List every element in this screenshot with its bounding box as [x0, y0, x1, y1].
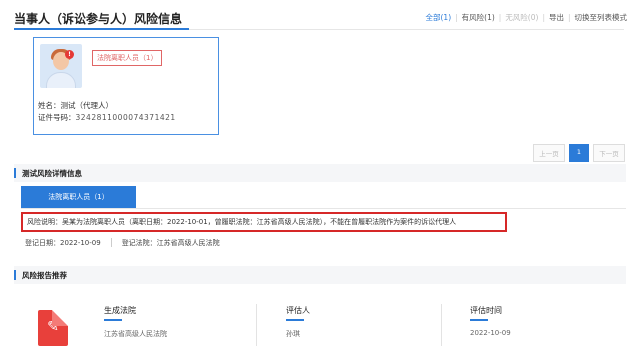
report-col-separator	[256, 304, 257, 346]
risk-description: 风险说明：吴某为法院离职人员（离职日期：2022-10-01，曾履职法院：江苏省…	[21, 212, 507, 232]
filter-separator: |	[542, 13, 545, 22]
detail-section-header: 测试风险详情信息	[14, 164, 626, 182]
report-col-separator	[441, 304, 442, 346]
filter-separator: |	[498, 13, 502, 22]
risk-tag[interactable]: 法院离职人员（1）	[92, 50, 163, 66]
report-col-assessor: 评估人 孙琪	[286, 305, 310, 339]
meta-separator	[110, 238, 112, 247]
report-assessor-value: 孙琪	[286, 330, 300, 338]
report-court-heading: 生成法院	[104, 306, 136, 315]
report-time-heading: 评估时间	[470, 306, 502, 315]
heading-underline	[470, 319, 488, 321]
detail-section-title: 测试风险详情信息	[22, 169, 82, 178]
pdf-icon[interactable]: ✎	[38, 310, 68, 346]
report-col-time: 评估时间 2022-10-09	[470, 305, 511, 337]
avatar-body	[46, 72, 76, 88]
page-title: 当事人（诉讼参与人）风险信息	[14, 12, 183, 26]
register-info: 登记日期：2022-10-09 登记法院：江苏省高级人民法院	[25, 238, 220, 248]
report-time-value: 2022-10-09	[470, 329, 511, 337]
filter-separator: |	[455, 13, 458, 22]
id-value: 3242811000074371421	[75, 113, 176, 122]
report-court-value: 江苏省高级人民法院	[104, 330, 167, 338]
report-item[interactable]: ✎ 生成法院 江苏省高级人民法院 评估人 孙琪 评估时间 2022-10-09	[28, 298, 626, 352]
party-id: 证件号码：3242811000074371421	[38, 112, 176, 123]
party-card[interactable]: ! 法院离职人员（1） 姓名：测试（代理人） 证件号码：324281100007…	[33, 37, 219, 135]
id-label: 证件号码：	[38, 113, 76, 122]
report-section-header: 风险报告推荐	[14, 266, 626, 284]
filter-all[interactable]: 全部(1)	[426, 12, 452, 23]
filter-bar: 全部(1) | 有风险(1) | 无风险(0) | 导出 | 切换至列表模式	[426, 12, 628, 23]
pagination: 上一页 1 下一页	[533, 144, 625, 162]
report-section-title: 风险报告推荐	[22, 271, 67, 280]
current-page-button[interactable]: 1	[569, 144, 589, 162]
section-accent	[14, 168, 16, 178]
next-page-button[interactable]: 下一页	[593, 144, 625, 162]
tab-court-resigned[interactable]: 法院离职人员（1）	[21, 186, 136, 208]
heading-underline	[104, 319, 122, 321]
section-accent	[14, 270, 16, 280]
pdf-glyph: ✎	[47, 319, 59, 335]
alert-icon: !	[65, 50, 74, 59]
report-col-court: 生成法院 江苏省高级人民法院	[104, 305, 167, 339]
filter-separator: |	[567, 13, 571, 22]
title-underline	[14, 28, 189, 30]
heading-underline	[286, 319, 304, 321]
filter-no-risk[interactable]: 无风险(0)	[505, 12, 538, 23]
register-date: 登记日期：2022-10-09	[25, 239, 101, 247]
prev-page-button[interactable]: 上一页	[533, 144, 565, 162]
filter-has-risk[interactable]: 有风险(1)	[462, 12, 495, 23]
party-name: 姓名：测试（代理人）	[38, 101, 113, 110]
avatar	[40, 44, 82, 88]
register-court: 登记法院：江苏省高级人民法院	[121, 239, 220, 247]
report-assessor-heading: 评估人	[286, 306, 310, 315]
tab-divider	[21, 208, 626, 209]
export-button[interactable]: 导出	[549, 12, 564, 23]
switch-list-view-button[interactable]: 切换至列表模式	[575, 12, 628, 23]
